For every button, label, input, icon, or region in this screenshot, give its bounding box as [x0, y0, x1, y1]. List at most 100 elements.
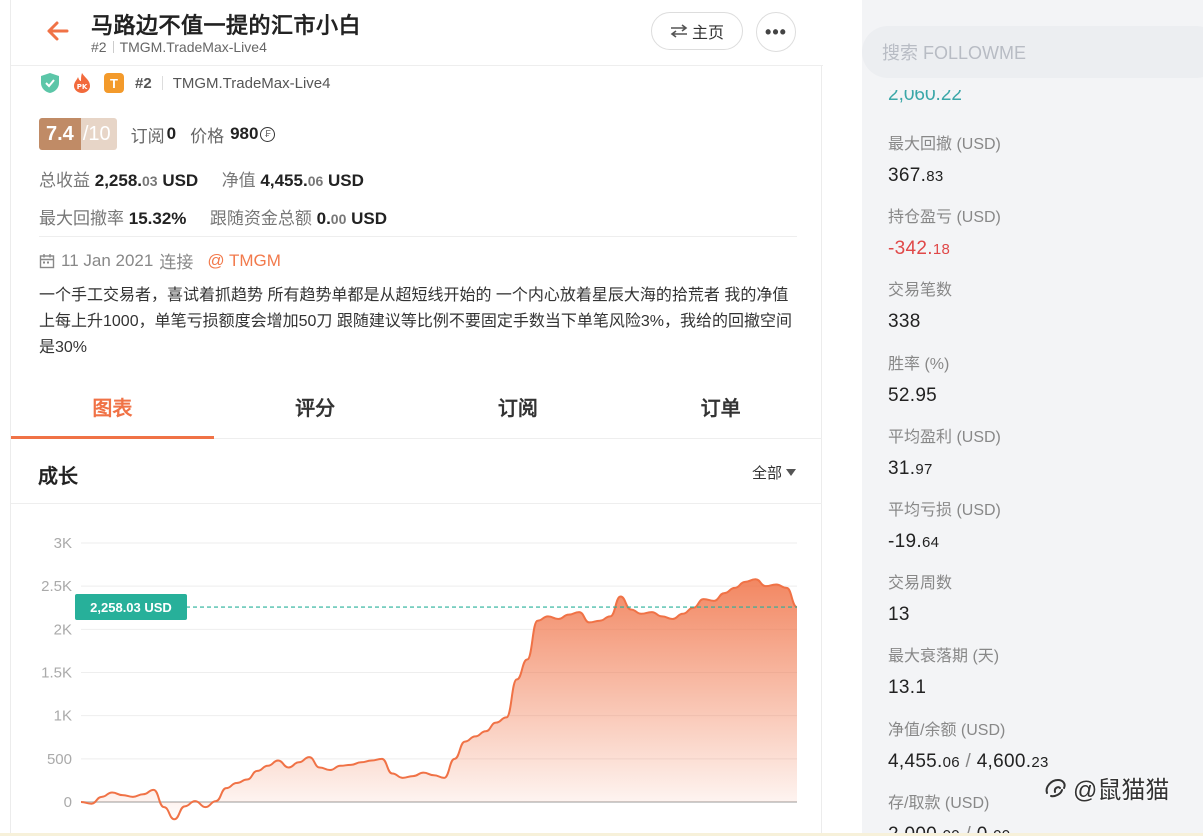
- stat-label: 交易笔数: [888, 282, 953, 300]
- price-label: 价格: [190, 126, 225, 146]
- stat-value: 367.83: [888, 165, 1001, 187]
- current-value-label: 2,258.03 USD: [90, 600, 172, 615]
- more-button[interactable]: •••: [756, 12, 796, 52]
- stat-label: 存/取款 (USD): [888, 794, 990, 812]
- follow-funds-int: 0.: [316, 209, 331, 228]
- chart-title: 成长: [38, 466, 78, 488]
- pk-flame-icon: PK: [71, 72, 93, 94]
- badge-server: TMGM.TradeMax-Live4: [172, 74, 331, 92]
- y-tick-label: 1.5K: [41, 665, 72, 682]
- rating-value: 7.4: [39, 118, 81, 150]
- stat-value: 13: [888, 604, 952, 626]
- tab-subscribe[interactable]: 订阅: [417, 375, 620, 438]
- rating-badge: 7.4 /10: [39, 118, 117, 150]
- stat-value-int: 52.95: [888, 384, 938, 406]
- broker-link[interactable]: @ TMGM: [207, 251, 281, 271]
- tab-rating[interactable]: 评分: [214, 375, 417, 438]
- stat-item: 最大回撤 (USD) 367.83: [888, 130, 1001, 187]
- stat-label: 胜率 (%): [888, 355, 950, 373]
- calendar-icon: [39, 253, 55, 268]
- stat-label: 交易周数: [888, 575, 953, 593]
- stat-label: 净值/余额 (USD): [888, 721, 1006, 739]
- range-dropdown[interactable]: 全部: [752, 462, 796, 483]
- switch-icon: [670, 24, 688, 38]
- account-rank: #2: [91, 39, 107, 55]
- cut-off-value: 2,060.22: [888, 90, 962, 104]
- stat-item: 交易笔数 338: [888, 276, 952, 333]
- total-profit-dec: 03: [142, 173, 158, 189]
- y-tick-label: 1K: [54, 708, 72, 725]
- growth-area: [81, 579, 797, 820]
- t-badge-icon: T: [103, 72, 125, 94]
- stat-item: 最大衰落期 (天) 13.1: [888, 642, 999, 699]
- stat-item: 胜率 (%) 52.95: [888, 350, 949, 407]
- badge-row: PK T #2 TMGM.TradeMax-Live4: [39, 70, 331, 96]
- profile-tabs: 图表 评分 订阅 订单: [11, 375, 822, 439]
- stat-value-dec: 06: [942, 753, 960, 771]
- badge-rank: #2: [135, 74, 152, 92]
- home-button-label: 主页: [691, 25, 724, 42]
- stat-value-dec: 83: [926, 168, 944, 185]
- stat-item: 平均盈利 (USD) 31.97: [888, 423, 1001, 480]
- stat-value: 31.97: [888, 458, 1001, 480]
- stat-label: 平均盈利 (USD): [888, 428, 1001, 446]
- tab-chart[interactable]: 图表: [11, 375, 214, 439]
- y-tick-label: 0: [64, 794, 72, 811]
- divider: [112, 41, 114, 53]
- divider: [39, 236, 797, 237]
- subscribe-label: 订阅: [130, 126, 165, 146]
- coin-icon: ₣: [260, 126, 276, 142]
- back-arrow-icon[interactable]: [41, 14, 75, 48]
- profit-row: 总收益 2,258.03 USD 净值 4,455.06 USD: [39, 166, 364, 191]
- pk-badge-label: PK: [77, 83, 88, 91]
- home-button[interactable]: 主页: [651, 12, 743, 50]
- stat-value-int: 13.1: [888, 677, 927, 699]
- follow-funds-unit: USD: [351, 209, 388, 228]
- equity-dec: 06: [307, 173, 324, 189]
- drawdown-rate-value: 15.32%: [128, 209, 187, 228]
- subscribe-count: 0: [166, 124, 177, 143]
- y-tick-label: 500: [47, 751, 72, 768]
- search-input[interactable]: 搜索 FOLLOWME: [862, 26, 1203, 78]
- stat-value-dec: 18: [932, 241, 951, 259]
- total-profit-label: 总收益: [39, 171, 90, 190]
- stat-value-sep: /: [959, 750, 977, 772]
- growth-chart: 0 500 1K 1.5K 2K 2.5K 3K 2,258.03 USD: [11, 505, 822, 836]
- rating-max: /10: [80, 118, 117, 150]
- connection-row: 11 Jan 2021 连接 @ TMGM: [39, 248, 281, 273]
- equity-int: 4,455.: [260, 171, 308, 190]
- y-tick-label: 3K: [54, 535, 72, 552]
- y-tick-label: 2.5K: [41, 578, 72, 595]
- stat-item: 存/取款 (USD) 2,000.00 / 0.00: [888, 789, 1010, 836]
- watermark: @鼠猫猫: [1043, 770, 1169, 805]
- stat-value-int2: 4,600.: [976, 750, 1032, 772]
- trader-name: 马路边不值一提的汇市小白: [91, 13, 362, 38]
- drawdown-rate-label: 最大回撤率: [39, 209, 124, 228]
- stat-value: 52.95: [888, 385, 949, 407]
- divider: [161, 76, 163, 90]
- trader-profile-panel: 马路边不值一提的汇市小白 #2 TMGM.TradeMax-Live4 主页 ••…: [10, 0, 823, 836]
- equity-unit: USD: [328, 171, 364, 190]
- account-server: TMGM.TradeMax-Live4: [119, 39, 267, 55]
- tab-orders[interactable]: 订单: [619, 375, 822, 438]
- follow-funds-dec: 00: [330, 211, 347, 227]
- stat-label: 平均亏损 (USD): [888, 502, 1001, 519]
- follow-funds-label: 跟随资金总额: [209, 209, 312, 228]
- equity-label: 净值: [221, 171, 256, 190]
- stat-value-int: -342.: [888, 238, 933, 260]
- stat-value-dec: 97: [915, 460, 933, 478]
- stat-value: 13.1: [888, 677, 999, 699]
- total-profit-unit: USD: [162, 171, 199, 190]
- account-subline: #2 TMGM.TradeMax-Live4: [91, 39, 267, 55]
- stat-value: -342.18: [888, 238, 1001, 260]
- stat-value-int: 4,455.: [888, 750, 943, 772]
- connect-label: 连接: [159, 253, 194, 272]
- growth-chart-svg: 0 500 1K 1.5K 2K 2.5K 3K 2,258.03 USD: [41, 535, 798, 821]
- risk-row: 最大回撤率 15.32% 跟随资金总额 0.00 USD: [39, 204, 387, 229]
- stat-value-dec: 64: [921, 534, 940, 551]
- stat-value-int: 13: [888, 604, 910, 626]
- total-profit-int: 2,258.: [94, 171, 142, 190]
- stat-item: 持仓盈亏 (USD) -342.18: [888, 203, 1001, 260]
- stat-value-int: 338: [888, 311, 921, 333]
- t-badge-label: T: [104, 73, 124, 93]
